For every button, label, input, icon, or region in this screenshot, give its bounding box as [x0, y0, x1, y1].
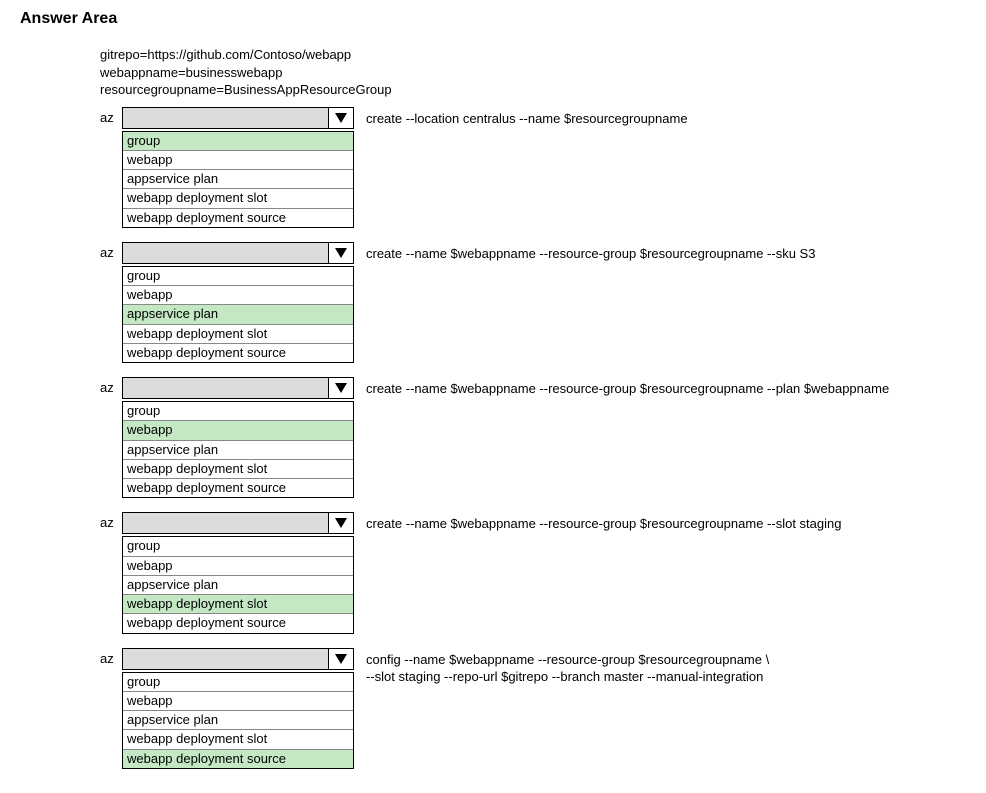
dropdown-option[interactable]: group	[123, 267, 353, 286]
dropdown-option[interactable]: webapp deployment source	[123, 344, 353, 362]
chevron-down-icon[interactable]	[328, 243, 353, 263]
command-block: az group webapp appservice plan webapp d…	[100, 648, 966, 769]
dropdown-selector[interactable]	[122, 242, 354, 264]
az-prefix: az	[100, 648, 122, 666]
dropdown-option[interactable]: webapp deployment source	[123, 750, 353, 768]
az-prefix: az	[100, 242, 122, 260]
chevron-down-icon[interactable]	[328, 513, 353, 533]
page-title: Answer Area	[20, 10, 966, 28]
dropdown-options: group webapp appservice plan webapp depl…	[122, 672, 354, 769]
dropdown-option[interactable]: appservice plan	[123, 441, 353, 460]
dropdown-option[interactable]: group	[123, 537, 353, 556]
dropdown-option[interactable]: webapp	[123, 286, 353, 305]
dropdown-option[interactable]: webapp deployment source	[123, 209, 353, 227]
command-suffix: create --name $webappname --resource-gro…	[354, 242, 815, 263]
content-area: gitrepo=https://github.com/Contoso/webap…	[100, 46, 966, 769]
dropdown-option[interactable]: appservice plan	[123, 305, 353, 324]
az-prefix: az	[100, 377, 122, 395]
command-block: az group webapp appservice plan webapp d…	[100, 242, 966, 363]
dropdown-selector[interactable]	[122, 377, 354, 399]
dropdown-selector[interactable]	[122, 107, 354, 129]
dropdown-option[interactable]: webapp deployment slot	[123, 325, 353, 344]
command-block: az group webapp appservice plan webapp d…	[100, 512, 966, 633]
dropdown-option[interactable]: webapp deployment slot	[123, 595, 353, 614]
dropdown-option[interactable]: webapp deployment source	[123, 614, 353, 632]
dropdown-option[interactable]: webapp deployment slot	[123, 730, 353, 749]
dropdown-options: group webapp appservice plan webapp depl…	[122, 266, 354, 363]
dropdown-option[interactable]: webapp deployment slot	[123, 460, 353, 479]
dropdown-option[interactable]: appservice plan	[123, 711, 353, 730]
variable-line: gitrepo=https://github.com/Contoso/webap…	[100, 46, 966, 64]
command-suffix: config --name $webappname --resource-gro…	[354, 648, 769, 686]
az-prefix: az	[100, 107, 122, 125]
command-block: az group webapp appservice plan webapp d…	[100, 107, 966, 228]
dropdown-option[interactable]: webapp deployment slot	[123, 189, 353, 208]
chevron-down-icon[interactable]	[328, 108, 353, 128]
variable-line: resourcegroupname=BusinessAppResourceGro…	[100, 81, 966, 99]
dropdown-option[interactable]: group	[123, 673, 353, 692]
dropdown-option[interactable]: appservice plan	[123, 576, 353, 595]
dropdown-option[interactable]: group	[123, 402, 353, 421]
dropdown-option[interactable]: webapp	[123, 421, 353, 440]
command-suffix: create --name $webappname --resource-gro…	[354, 512, 841, 533]
dropdown-option[interactable]: webapp	[123, 557, 353, 576]
chevron-down-icon[interactable]	[328, 378, 353, 398]
dropdown-options: group webapp appservice plan webapp depl…	[122, 536, 354, 633]
dropdown-option[interactable]: webapp	[123, 151, 353, 170]
dropdown-option[interactable]: appservice plan	[123, 170, 353, 189]
variable-declarations: gitrepo=https://github.com/Contoso/webap…	[100, 46, 966, 99]
az-prefix: az	[100, 512, 122, 530]
command-suffix: create --location centralus --name $reso…	[354, 107, 688, 128]
command-block: az group webapp appservice plan webapp d…	[100, 377, 966, 498]
variable-line: webappname=businesswebapp	[100, 64, 966, 82]
dropdown-options: group webapp appservice plan webapp depl…	[122, 131, 354, 228]
dropdown-selector[interactable]	[122, 512, 354, 534]
dropdown-option[interactable]: webapp deployment source	[123, 479, 353, 497]
dropdown-options: group webapp appservice plan webapp depl…	[122, 401, 354, 498]
command-suffix: create --name $webappname --resource-gro…	[354, 377, 889, 398]
dropdown-option[interactable]: group	[123, 132, 353, 151]
dropdown-option[interactable]: webapp	[123, 692, 353, 711]
	[328, 649, 353, 669]
dropdown-selector[interactable]	[122, 648, 354, 670]
